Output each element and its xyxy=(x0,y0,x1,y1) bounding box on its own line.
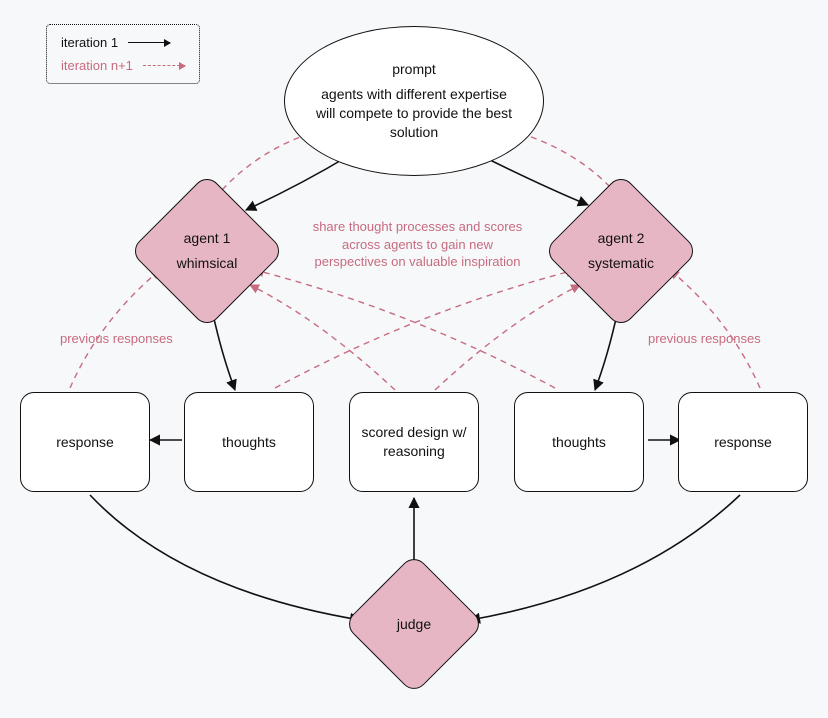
response-left-label: response xyxy=(56,433,114,452)
thoughts-right-label: thoughts xyxy=(552,433,606,452)
arrow-dashed-icon xyxy=(143,65,185,66)
response-right-label: response xyxy=(714,433,772,452)
thoughts-right-node: thoughts xyxy=(514,392,644,492)
legend-label-iter1: iteration 1 xyxy=(61,35,118,50)
response-left-node: response xyxy=(20,392,150,492)
arrow-solid-icon xyxy=(128,42,170,43)
agent-2-type: systematic xyxy=(588,254,654,273)
judge-label: judge xyxy=(397,615,431,634)
agent-1-title: agent 1 xyxy=(177,229,238,248)
legend-box: iteration 1 iteration n+1 xyxy=(46,24,200,84)
legend-row-iterN: iteration n+1 xyxy=(61,58,185,73)
agent-1-type: whimsical xyxy=(177,254,238,273)
thoughts-left-label: thoughts xyxy=(222,433,276,452)
prev-responses-right: previous responses xyxy=(648,330,761,348)
prompt-node: prompt agents with different expertise w… xyxy=(284,26,544,176)
agent-1-node: agent 1 whimsical xyxy=(152,196,262,306)
prompt-body: agents with different expertise will com… xyxy=(315,85,513,142)
share-annotation: share thought processes and scores acros… xyxy=(310,218,525,271)
prev-responses-left: previous responses xyxy=(60,330,173,348)
legend-label-iterN: iteration n+1 xyxy=(61,58,133,73)
response-right-node: response xyxy=(678,392,808,492)
scored-label: scored design w/ reasoning xyxy=(360,423,468,461)
agent-2-node: agent 2 systematic xyxy=(566,196,676,306)
scored-node: scored design w/ reasoning xyxy=(349,392,479,492)
agent-2-title: agent 2 xyxy=(588,229,654,248)
prompt-title: prompt xyxy=(392,60,436,79)
legend-row-iter1: iteration 1 xyxy=(61,35,185,50)
judge-node: judge xyxy=(364,574,464,674)
thoughts-left-node: thoughts xyxy=(184,392,314,492)
